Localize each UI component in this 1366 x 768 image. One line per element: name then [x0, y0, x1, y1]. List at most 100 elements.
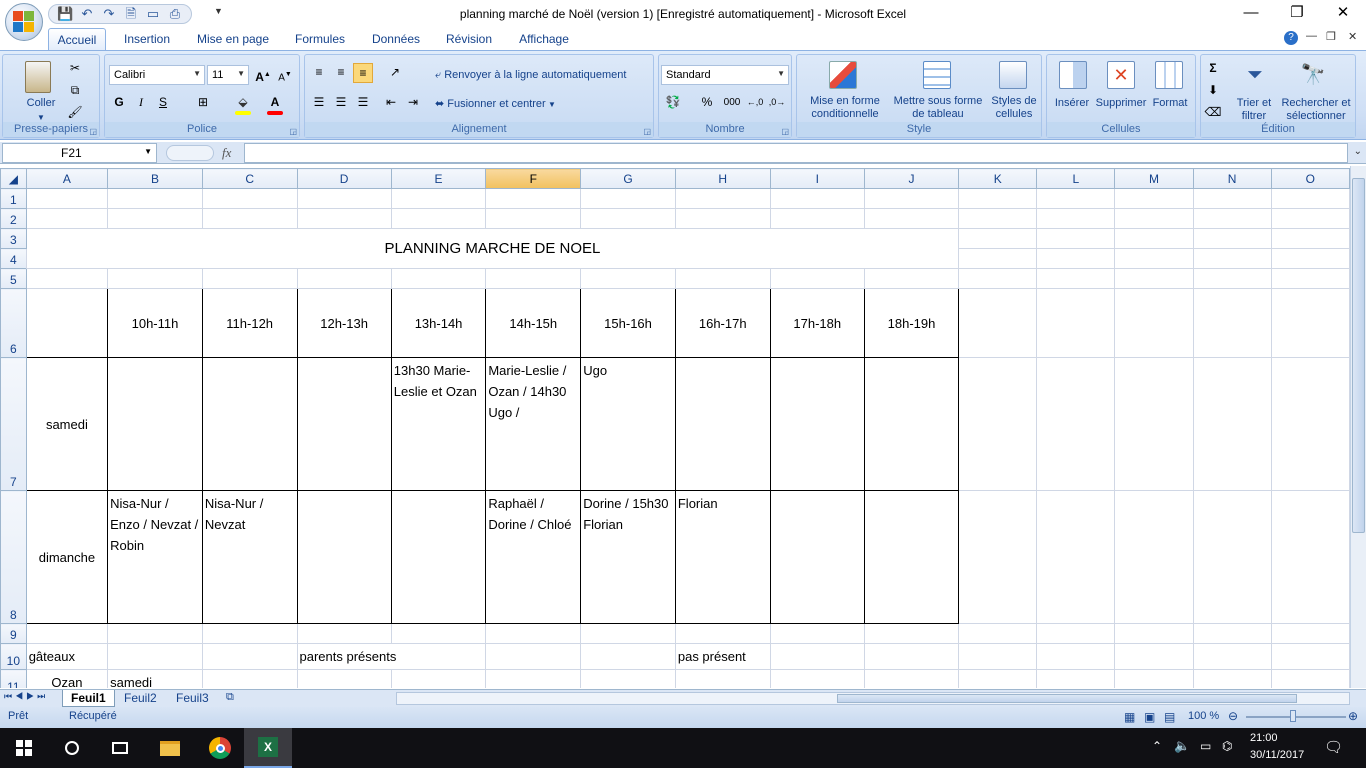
schedule-cell[interactable]: [390, 490, 487, 624]
note-cell-gateaux[interactable]: gâteaux: [25, 643, 109, 670]
align-right-icon[interactable]: ☰: [353, 93, 373, 113]
thousands-button[interactable]: 000: [721, 93, 743, 113]
decrease-decimal-icon[interactable]: ,0→: [767, 93, 787, 113]
paste-icon[interactable]: [25, 61, 51, 93]
cell-styles-button[interactable]: Styles de cellules: [987, 95, 1041, 121]
schedule-cell[interactable]: Raphaël / Dorine / Chloé: [485, 490, 582, 624]
table-cell[interactable]: [25, 288, 109, 358]
align-top-icon[interactable]: ≡: [309, 63, 329, 83]
tab-insertion[interactable]: Insertion: [116, 28, 178, 50]
save-icon[interactable]: 💾: [57, 7, 73, 21]
column-header-i[interactable]: I: [769, 168, 865, 189]
column-header-h[interactable]: H: [674, 168, 771, 189]
percent-button[interactable]: %: [697, 93, 717, 113]
currency-icon[interactable]: 💱: [663, 93, 683, 113]
tray-chevron-icon[interactable]: ⌃: [1152, 739, 1162, 753]
sheet-tab-feuil2[interactable]: Feuil2: [116, 690, 165, 707]
note-cell-absent[interactable]: pas présent: [674, 643, 771, 670]
chrome-icon[interactable]: [196, 728, 244, 768]
horizontal-scroll-thumb[interactable]: [837, 694, 1297, 703]
tab-donnees[interactable]: Données: [364, 28, 428, 50]
sheet-tab-feuil1[interactable]: Feuil1: [62, 690, 115, 707]
tab-formules[interactable]: Formules: [288, 28, 352, 50]
file-explorer-icon[interactable]: [146, 728, 194, 768]
column-header-o[interactable]: O: [1270, 168, 1350, 189]
increase-decimal-icon[interactable]: ←,0: [745, 93, 765, 113]
select-all-corner[interactable]: ◢: [0, 168, 27, 189]
grow-font-icon[interactable]: A▲: [253, 65, 273, 85]
column-header-j[interactable]: J: [863, 168, 960, 189]
font-name-select[interactable]: Calibri ▼: [109, 65, 205, 85]
sheet-tab-feuil3[interactable]: Feuil3: [168, 690, 217, 707]
vertical-scrollbar[interactable]: [1350, 166, 1366, 688]
clock-time[interactable]: 21:00: [1250, 732, 1278, 744]
schedule-cell[interactable]: [296, 357, 392, 491]
hour-header[interactable]: 18h-19h: [863, 288, 960, 358]
shrink-font-icon[interactable]: A▼: [275, 65, 295, 85]
note-cell-parents[interactable]: parents présents: [296, 643, 487, 670]
row-header[interactable]: 2: [0, 208, 27, 229]
ribbon-restore-icon[interactable]: ❐: [1326, 30, 1336, 43]
alignment-launcher-icon[interactable]: ◲: [643, 127, 651, 136]
font-color-icon[interactable]: A: [265, 93, 285, 113]
volume-icon[interactable]: 🔈: [1174, 738, 1190, 754]
row-header[interactable]: 11: [0, 669, 27, 688]
page-layout-icon[interactable]: ▣: [1144, 710, 1155, 724]
format-painter-icon[interactable]: 🖌: [65, 103, 85, 123]
column-header-m[interactable]: M: [1114, 168, 1194, 189]
italic-button[interactable]: I: [131, 93, 151, 113]
day-label-samedi[interactable]: samedi: [25, 357, 109, 491]
font-size-select[interactable]: 11 ▼: [207, 65, 249, 85]
customize-qat-icon[interactable]: ▼: [214, 6, 223, 16]
sort-filter-button[interactable]: Trier et filtrer: [1231, 97, 1277, 123]
planning-title[interactable]: PLANNING MARCHE DE NOEL: [25, 228, 960, 269]
day-label-dimanche[interactable]: dimanche: [25, 490, 109, 624]
bold-button[interactable]: G: [109, 93, 129, 113]
tab-accueil[interactable]: Accueil: [48, 28, 106, 50]
note-cell-samedi[interactable]: samedi: [107, 669, 203, 688]
insert-cells-button[interactable]: Insérer: [1049, 97, 1095, 110]
align-middle-icon[interactable]: ≡: [331, 63, 351, 83]
column-header-f[interactable]: F: [485, 168, 582, 189]
cut-icon[interactable]: ✂: [65, 59, 85, 79]
autosum-icon[interactable]: Σ: [1203, 59, 1223, 79]
print-icon[interactable]: ⎙: [167, 7, 183, 21]
column-header-k[interactable]: K: [958, 168, 1038, 189]
expand-formula-icon[interactable]: ⌄: [1354, 146, 1362, 157]
undo-icon[interactable]: ↶: [79, 7, 95, 21]
schedule-cell[interactable]: [201, 357, 298, 491]
decrease-indent-icon[interactable]: ⇤: [381, 93, 401, 113]
schedule-cell[interactable]: Dorine / 15h30 Florian: [580, 490, 676, 624]
conditional-format-button[interactable]: Mise en forme conditionnelle: [799, 95, 891, 121]
align-center-icon[interactable]: ☰: [331, 93, 351, 113]
underline-button[interactable]: S: [153, 93, 173, 113]
insert-function-icon[interactable]: fx: [222, 145, 231, 161]
column-header-b[interactable]: B: [107, 168, 203, 189]
find-select-button[interactable]: Rechercher et sélectionner: [1277, 97, 1355, 123]
schedule-cell[interactable]: [107, 357, 203, 491]
name-box[interactable]: F21 ▼: [2, 143, 157, 163]
paste-button[interactable]: Coller: [13, 97, 69, 110]
tab-revision[interactable]: Révision: [440, 28, 498, 50]
tab-mise-en-page[interactable]: Mise en page: [190, 28, 276, 50]
hour-header[interactable]: 14h-15h: [485, 288, 582, 358]
page-break-icon[interactable]: ▤: [1164, 710, 1175, 724]
windows-start-icon[interactable]: [0, 728, 48, 768]
hour-header[interactable]: 12h-13h: [296, 288, 392, 358]
worksheet-grid[interactable]: ◢ A B C D E F G H I J K L M N O 1 2 3 PLA…: [0, 168, 1350, 688]
zoom-slider-thumb[interactable]: [1290, 710, 1296, 722]
column-header-c[interactable]: C: [201, 168, 298, 189]
clipboard-launcher-icon[interactable]: ◲: [89, 127, 97, 136]
align-left-icon[interactable]: ☰: [309, 93, 329, 113]
schedule-cell[interactable]: 13h30 Marie-Leslie et Ozan: [390, 357, 487, 491]
column-header-n[interactable]: N: [1192, 168, 1272, 189]
restore-button[interactable]: ❐: [1274, 0, 1320, 28]
row-header[interactable]: 6: [0, 288, 27, 358]
help-icon[interactable]: ?: [1284, 31, 1298, 45]
delete-cells-button[interactable]: Supprimer: [1093, 97, 1149, 110]
schedule-cell[interactable]: [863, 490, 960, 624]
close-button[interactable]: ✕: [1320, 0, 1366, 28]
row-header[interactable]: 9: [0, 623, 27, 644]
network-icon[interactable]: ⌬: [1222, 739, 1232, 753]
row-header[interactable]: 3: [0, 228, 27, 249]
